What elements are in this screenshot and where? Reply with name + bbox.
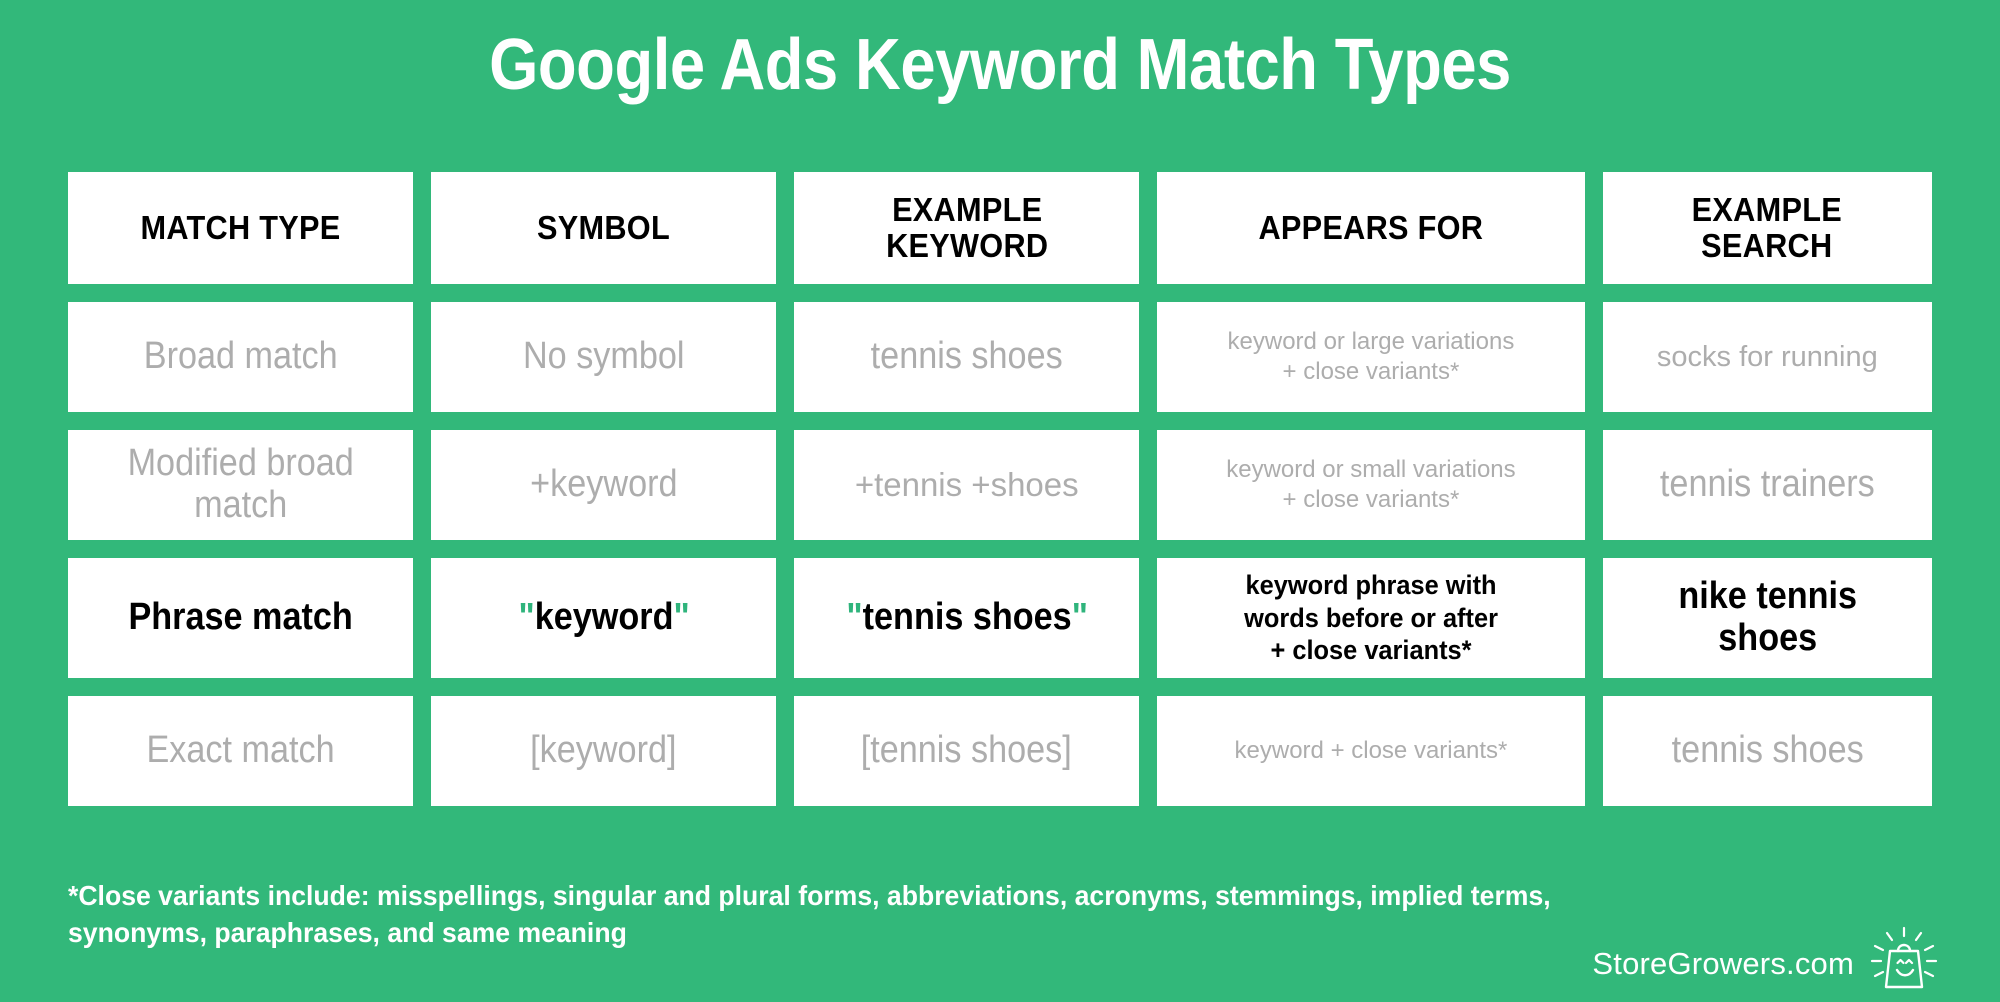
cell-symbol: "keyword" (431, 558, 777, 678)
footnote-close-variants: *Close variants include: misspellings, s… (68, 880, 1551, 948)
example-keyword-value: [tennis shoes] (861, 729, 1073, 772)
quote-close-glyph: " (673, 596, 690, 639)
quote-open-glyph: " (845, 596, 863, 639)
match-type-value: Phrase match (128, 596, 353, 639)
appears-for-value: keyword phrase with words before or afte… (1244, 570, 1498, 666)
cell-example-keyword: +tennis +shoes (794, 430, 1140, 540)
cell-example-search: tennis shoes (1602, 696, 1933, 806)
quote-open-glyph: " (518, 596, 535, 639)
cell-example-search: nike tennis shoes (1602, 558, 1933, 678)
match-types-table: MATCH TYPE SYMBOL EXAMPLE KEYWORD APPEAR… (68, 172, 1933, 806)
header-label: SYMBOL (537, 209, 671, 247)
header-cell-match-type: MATCH TYPE (68, 172, 414, 284)
appears-for-value: keyword or large variations + close vari… (1227, 328, 1515, 385)
table-row: Modified broad match +keyword +tennis +s… (68, 430, 1933, 540)
header-cell-symbol: SYMBOL (431, 172, 777, 284)
infographic-canvas: Google Ads Keyword Match Types MATCH TYP… (0, 0, 2000, 1000)
match-type-value: Exact match (146, 729, 335, 772)
table-row: Broad match No symbol tennis shoes keywo… (68, 302, 1933, 412)
header-cell-example-search: EXAMPLE SEARCH (1602, 172, 1933, 284)
cell-match-type: Phrase match (68, 558, 414, 678)
header-label: MATCH TYPE (140, 209, 341, 247)
example-search-value: nike tennis shoes (1677, 575, 1857, 659)
cell-match-type: Broad match (68, 302, 414, 412)
header-label: EXAMPLE SEARCH (1692, 191, 1843, 264)
cell-symbol: [keyword] (431, 696, 777, 806)
match-type-value: Broad match (143, 335, 338, 378)
symbol-core: keyword (534, 596, 674, 639)
example-search-value: socks for running (1656, 340, 1878, 373)
brand-logo[interactable]: StoreGrowers.com (1592, 925, 1940, 1002)
brand-name: StoreGrowers.com (1592, 945, 1854, 981)
symbol-value: [keyword] (530, 729, 677, 772)
page-title: Google Ads Keyword Match Types (489, 25, 1511, 105)
cell-symbol: No symbol (431, 302, 777, 412)
match-type-value: Modified broad match (127, 442, 354, 526)
cell-appears-for: keyword phrase with words before or afte… (1157, 558, 1585, 678)
table-header-row: MATCH TYPE SYMBOL EXAMPLE KEYWORD APPEAR… (68, 172, 1933, 284)
cell-example-keyword: [tennis shoes] (794, 696, 1140, 806)
cell-example-search: tennis trainers (1602, 430, 1933, 540)
cell-match-type: Exact match (68, 696, 414, 806)
example-keyword-value: tennis shoes (870, 335, 1063, 378)
example-search-value: tennis trainers (1659, 463, 1875, 506)
example-search-value: tennis shoes (1671, 729, 1864, 772)
cell-example-keyword: tennis shoes (794, 302, 1140, 412)
header-label: APPEARS FOR (1258, 209, 1484, 247)
symbol-value: No symbol (522, 335, 685, 378)
symbol-value: +keyword (529, 463, 678, 506)
cell-example-keyword: "tennis shoes" (794, 558, 1140, 678)
example-keyword-value: "tennis shoes" (845, 596, 1088, 639)
appears-for-value: keyword or small variations + close vari… (1226, 456, 1516, 513)
symbol-value: "keyword" (518, 596, 690, 639)
cell-match-type: Modified broad match (68, 430, 414, 540)
table-row-highlighted: Phrase match "keyword" "tennis shoes" ke… (68, 558, 1933, 678)
cell-example-search: socks for running (1602, 302, 1933, 412)
shopping-bag-smile-icon (1868, 925, 1940, 1002)
appears-for-value: keyword + close variants* (1234, 737, 1508, 764)
quote-close-glyph: " (1071, 596, 1088, 639)
example-keyword-core: tennis shoes (862, 596, 1072, 639)
table-row: Exact match [keyword] [tennis shoes] key… (68, 696, 1933, 806)
header-cell-example-keyword: EXAMPLE KEYWORD (794, 172, 1140, 284)
cell-appears-for: keyword or large variations + close vari… (1157, 302, 1585, 412)
header-cell-appears-for: APPEARS FOR (1157, 172, 1585, 284)
cell-appears-for: keyword or small variations + close vari… (1157, 430, 1585, 540)
example-keyword-value: +tennis +shoes (854, 466, 1079, 504)
cell-symbol: +keyword (431, 430, 777, 540)
header-label: EXAMPLE KEYWORD (885, 191, 1048, 264)
cell-appears-for: keyword + close variants* (1157, 696, 1585, 806)
